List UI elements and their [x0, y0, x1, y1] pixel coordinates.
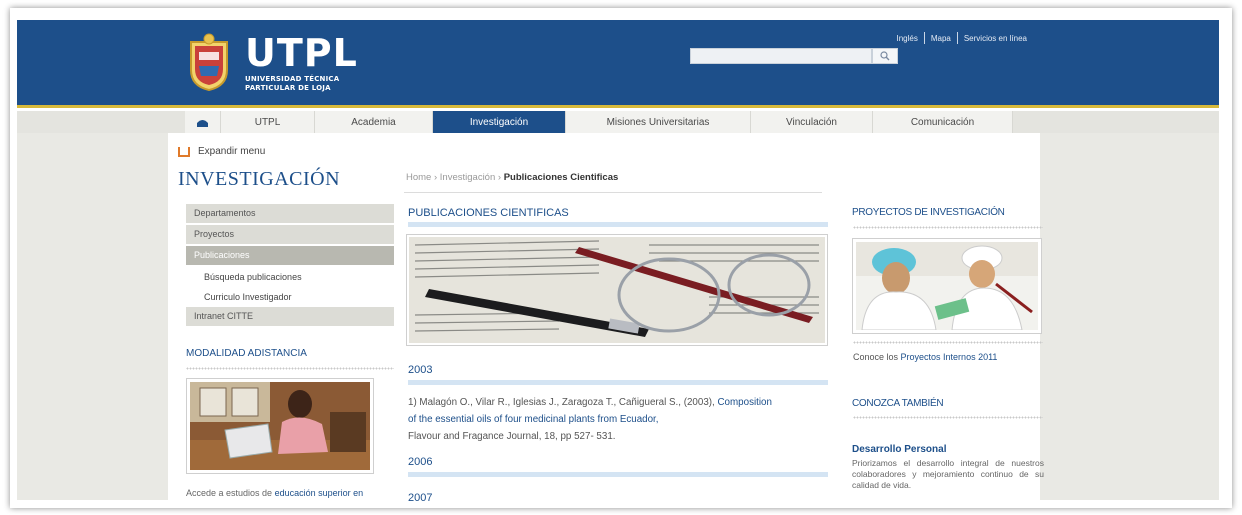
main-nav: UTPL Academia Investigación Misiones Uni… [185, 111, 1013, 133]
breadcrumb-divider [404, 192, 822, 193]
left-gutter [17, 133, 168, 500]
top-links: Inglés Mapa Servicios en línea [890, 32, 1033, 44]
nav-home[interactable] [185, 111, 221, 133]
logo-title: UTPL [245, 31, 358, 75]
breadcrumb-separator: › [433, 172, 438, 183]
logo-subtitle-line-2: PARTICULAR DE LOJA [245, 84, 331, 92]
student-laptop-image [190, 382, 370, 470]
lab-researchers-image [856, 242, 1038, 331]
link-ingles[interactable]: Inglés [890, 34, 923, 43]
section-title: PUBLICACIONES CIENTIFICAS [408, 207, 569, 219]
publication-title-link[interactable]: Composition [717, 397, 771, 408]
page-title: INVESTIGACIÓN [178, 168, 341, 190]
projects-link[interactable]: Proyectos Internos 2011 [901, 352, 998, 362]
modality-text-prefix: Accede a estudios de [186, 488, 275, 498]
nav-item-investigacion[interactable]: Investigación [433, 111, 566, 133]
nav-item-comunicacion[interactable]: Comunicación [873, 111, 1013, 133]
logo[interactable]: UTPL UNIVERSIDAD TÉCNICA PARTICULAR DE L… [245, 34, 358, 93]
know-also-title: CONOZCA TAMBIÉN [852, 398, 944, 409]
projects-photo[interactable] [852, 238, 1042, 334]
breadcrumb-current: Publicaciones Cientificas [503, 172, 619, 183]
year-heading-2006: 2006 [408, 456, 433, 468]
publication-title-link-cont[interactable]: of the essential oils of four medicinal … [408, 414, 659, 425]
publications-banner [406, 234, 828, 346]
year-underline [408, 380, 828, 385]
link-mapa[interactable]: Mapa [925, 34, 957, 43]
dotted-divider [853, 226, 1043, 229]
nav-bar: UTPL Academia Investigación Misiones Uni… [17, 111, 1219, 133]
dotted-divider [853, 416, 1043, 419]
nav-item-academia[interactable]: Academia [315, 111, 433, 133]
menu-item-intranet-citte[interactable]: Intranet CITTE [186, 307, 394, 326]
dotted-divider [186, 367, 394, 370]
desarrollo-personal-text: Priorizamos el desarrollo integral de nu… [852, 458, 1044, 490]
modality-text: Accede a estudios de educación superior … [186, 488, 363, 498]
year-underline [408, 472, 828, 477]
home-icon [197, 119, 208, 127]
newspaper-glasses-pen-image [409, 237, 825, 343]
university-crest-icon[interactable] [187, 32, 231, 92]
logo-subtitle-line-1: UNIVERSIDAD TÉCNICA [245, 75, 340, 83]
search-icon [880, 51, 890, 61]
submenu-item-curriculo[interactable]: Curriculo Investigador [186, 287, 394, 307]
expand-menu-button[interactable]: Expandir menu [178, 146, 265, 157]
search-input[interactable] [690, 48, 872, 64]
search-button[interactable] [872, 48, 898, 64]
link-servicios[interactable]: Servicios en línea [958, 34, 1033, 43]
section-underline [408, 222, 828, 227]
menu-item-publicaciones[interactable]: Publicaciones [186, 246, 394, 265]
desarrollo-personal-link[interactable]: Desarrollo Personal [852, 444, 946, 455]
menu-item-departamentos[interactable]: Departamentos [186, 204, 394, 223]
menu-item-proyectos[interactable]: Proyectos [186, 225, 394, 244]
projects-text: Conoce los Proyectos Internos 2011 [853, 352, 997, 362]
projects-text-prefix: Conoce los [853, 352, 901, 362]
breadcrumb-separator: › [497, 172, 502, 183]
breadcrumb: Home › Investigación › Publicaciones Cie… [406, 172, 618, 183]
dotted-divider [853, 341, 1043, 344]
year-heading-2003: 2003 [408, 364, 433, 376]
publication-journal: Flavour and Fragance Journal, 18, pp 527… [408, 431, 616, 442]
right-gutter [1040, 133, 1219, 500]
projects-title[interactable]: PROYECTOS DE INVESTIGACIÓN [852, 207, 1005, 218]
site-header: UTPL UNIVERSIDAD TÉCNICA PARTICULAR DE L… [17, 20, 1219, 108]
nav-item-utpl[interactable]: UTPL [221, 111, 315, 133]
nav-item-vinculacion[interactable]: Vinculación [751, 111, 873, 133]
modality-title[interactable]: MODALIDAD ADISTANCIA [186, 348, 307, 359]
modality-link[interactable]: educación superior en [275, 488, 364, 498]
nav-item-misiones[interactable]: Misiones Universitarias [566, 111, 751, 133]
year-heading-2007: 2007 [408, 492, 433, 504]
submenu-item-busqueda[interactable]: Búsqueda publicaciones [186, 267, 394, 287]
modality-photo[interactable] [186, 378, 374, 474]
breadcrumb-home[interactable]: Home [406, 172, 431, 183]
publication-authors: 1) Malagón O., Vilar R., Iglesias J., Za… [408, 397, 718, 408]
breadcrumb-investigacion[interactable]: Investigación [440, 172, 495, 183]
left-menu: Departamentos Proyectos Publicaciones Bú… [186, 204, 394, 328]
publication-entry: 1) Malagón O., Vilar R., Iglesias J., Za… [408, 394, 832, 445]
expand-menu-label: Expandir menu [198, 146, 266, 157]
expand-icon [178, 146, 190, 157]
